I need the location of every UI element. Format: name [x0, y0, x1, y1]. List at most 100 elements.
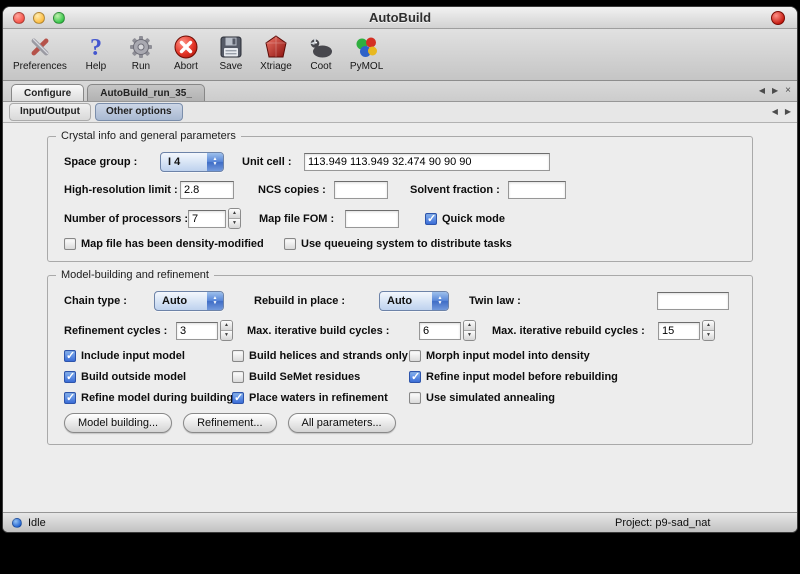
- close-window-button[interactable]: [13, 12, 25, 24]
- checkbox-box-icon: [232, 350, 244, 362]
- tab-other-options[interactable]: Other options: [95, 103, 183, 121]
- queueing-checkbox[interactable]: Use queueing system to distribute tasks: [284, 238, 512, 250]
- checkbox-box-icon: [64, 392, 76, 404]
- coot-icon: [307, 32, 335, 61]
- refine-input-model-checkbox[interactable]: Refine input model before rebuilding: [409, 371, 618, 383]
- build-semet-residues-checkbox[interactable]: Build SeMet residues: [232, 371, 409, 383]
- project-label: Project: p9-sad_nat: [615, 517, 710, 529]
- checkbox-grid-row: Refine model during building Place water…: [64, 392, 736, 404]
- xtriage-button[interactable]: Xtriage: [260, 32, 292, 72]
- max-build-cycles-input[interactable]: [419, 322, 461, 340]
- morph-input-model-checkbox[interactable]: Morph input model into density: [409, 350, 590, 362]
- build-outside-model-checkbox[interactable]: Build outside model: [64, 371, 232, 383]
- simulated-annealing-checkbox[interactable]: Use simulated annealing: [409, 392, 555, 404]
- chain-type-select[interactable]: Auto ▲▼: [154, 291, 224, 311]
- help-icon: ?: [82, 32, 110, 61]
- checkbox-label: Morph input model into density: [426, 350, 590, 362]
- max-build-cycles-stepper[interactable]: ▲▼: [463, 320, 476, 341]
- tab-scroll-left-icon[interactable]: ◀: [759, 86, 765, 96]
- pymol-button[interactable]: PyMOL: [350, 32, 383, 72]
- toolbar-label: Help: [86, 61, 107, 72]
- space-group-select[interactable]: I 4 ▲▼: [160, 152, 224, 172]
- toolbar-label: Abort: [174, 61, 198, 72]
- primary-tab-bar: Configure AutoBuild_run_35_ ◀ ▶ ×: [3, 81, 797, 102]
- popup-arrows-icon: ▲▼: [207, 292, 223, 310]
- twin-law-label: Twin law :: [469, 295, 531, 307]
- checkbox-box-icon: [425, 213, 437, 225]
- form-row: Map file has been density-modified Use q…: [64, 238, 736, 250]
- button-row: Model building... Refinement... All para…: [64, 413, 736, 433]
- unit-cell-input[interactable]: [304, 153, 550, 171]
- red-sphere-icon: [771, 11, 785, 25]
- refinement-cycles-label: Refinement cycles :: [64, 325, 176, 337]
- build-helices-strands-checkbox[interactable]: Build helices and strands only: [232, 350, 409, 362]
- high-res-input[interactable]: [180, 181, 234, 199]
- toolbar-label: Run: [132, 61, 150, 72]
- run-gear-icon: [127, 32, 155, 61]
- max-rebuild-cycles-stepper[interactable]: ▲▼: [702, 320, 715, 341]
- toolbar-label: Coot: [310, 61, 331, 72]
- rebuild-in-place-value: Auto: [380, 292, 432, 310]
- refine-during-building-checkbox[interactable]: Refine model during building: [64, 392, 232, 404]
- max-rebuild-cycles-input[interactable]: [658, 322, 700, 340]
- all-parameters-button[interactable]: All parameters...: [288, 413, 396, 433]
- status-text: Idle: [28, 517, 46, 529]
- ncs-copies-label: NCS copies :: [258, 184, 334, 196]
- refinement-button[interactable]: Refinement...: [183, 413, 276, 433]
- checkbox-label: Build outside model: [81, 371, 186, 383]
- run-button[interactable]: Run: [125, 32, 157, 72]
- chain-type-label: Chain type :: [64, 295, 154, 307]
- minimize-window-button[interactable]: [33, 12, 45, 24]
- checkbox-label: Use queueing system to distribute tasks: [301, 238, 512, 250]
- space-group-label: Space group :: [64, 156, 160, 168]
- toolbar-label: Save: [220, 61, 243, 72]
- rebuild-in-place-select[interactable]: Auto ▲▼: [379, 291, 449, 311]
- refinement-cycles-stepper[interactable]: ▲▼: [220, 320, 233, 341]
- checkbox-label: Quick mode: [442, 213, 505, 225]
- form-row: Refinement cycles : ▲▼ Max. iterative bu…: [64, 320, 736, 341]
- autobuild-window: AutoBuild Preferences ? Help: [2, 6, 798, 533]
- checkbox-box-icon: [409, 392, 421, 404]
- tab-input-output[interactable]: Input/Output: [9, 103, 91, 121]
- quick-mode-checkbox[interactable]: Quick mode: [425, 213, 505, 225]
- model-building-button[interactable]: Model building...: [64, 413, 172, 433]
- subtab-scroll-left-icon[interactable]: ◀: [772, 107, 778, 117]
- preferences-button[interactable]: Preferences: [13, 32, 67, 72]
- pymol-icon: [353, 32, 381, 61]
- density-modified-checkbox[interactable]: Map file has been density-modified: [64, 238, 284, 250]
- checkbox-label: Build SeMet residues: [249, 371, 360, 383]
- secondary-tab-bar: Input/Output Other options ◀ ▶: [3, 102, 797, 123]
- num-processors-stepper[interactable]: ▲▼: [228, 208, 241, 229]
- subtab-scroll-right-icon[interactable]: ▶: [785, 107, 791, 117]
- num-processors-label: Number of processors :: [64, 213, 188, 225]
- checkbox-label: Use simulated annealing: [426, 392, 555, 404]
- coot-button[interactable]: Coot: [305, 32, 337, 72]
- form-row: High-resolution limit : NCS copies : Sol…: [64, 181, 736, 199]
- toolbar-label: Xtriage: [260, 61, 292, 72]
- include-input-model-checkbox[interactable]: Include input model: [64, 350, 232, 362]
- max-build-cycles-label: Max. iterative build cycles :: [247, 325, 419, 337]
- tab-close-icon[interactable]: ×: [785, 86, 791, 96]
- checkbox-label: Map file has been density-modified: [81, 238, 264, 250]
- tab-autobuild-run-35[interactable]: AutoBuild_run_35_: [87, 84, 205, 101]
- refinement-cycles-input[interactable]: [176, 322, 218, 340]
- checkbox-grid-row: Include input model Build helices and st…: [64, 350, 736, 362]
- toolbar-label: Preferences: [13, 61, 67, 72]
- map-fom-input[interactable]: [345, 210, 399, 228]
- svg-text:?: ?: [90, 35, 102, 60]
- place-waters-checkbox[interactable]: Place waters in refinement: [232, 392, 409, 404]
- xtriage-icon: [262, 32, 290, 61]
- tab-scroll-right-icon[interactable]: ▶: [772, 86, 778, 96]
- abort-button[interactable]: Abort: [170, 32, 202, 72]
- checkbox-label: Include input model: [81, 350, 185, 362]
- solvent-fraction-input[interactable]: [508, 181, 566, 199]
- help-button[interactable]: ? Help: [80, 32, 112, 72]
- tab-configure[interactable]: Configure: [11, 84, 84, 101]
- save-button[interactable]: Save: [215, 32, 247, 72]
- zoom-window-button[interactable]: [53, 12, 65, 24]
- ncs-copies-input[interactable]: [334, 181, 388, 199]
- num-processors-input[interactable]: [188, 210, 226, 228]
- toolbar-label: PyMOL: [350, 61, 383, 72]
- popup-arrows-icon: ▲▼: [432, 292, 448, 310]
- twin-law-input[interactable]: [657, 292, 729, 310]
